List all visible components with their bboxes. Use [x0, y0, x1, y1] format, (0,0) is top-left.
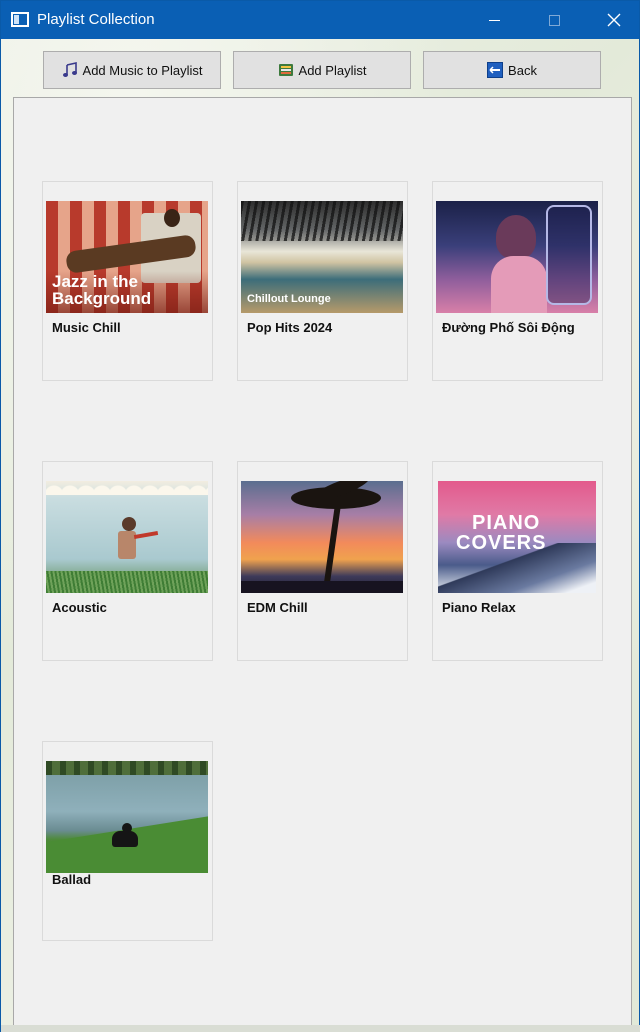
playlist-add-icon — [278, 62, 294, 78]
playlist-grid-panel: Jazz in the Background Music Chill Chill… — [13, 97, 632, 1032]
close-button[interactable] — [591, 1, 637, 39]
add-playlist-button[interactable]: Add Playlist — [233, 51, 411, 89]
playlist-card[interactable]: Chillout Lounge Pop Hits 2024 — [237, 181, 408, 381]
playlist-card[interactable]: PIANO COVERS Piano Relax — [432, 461, 603, 661]
playlist-cover-image — [46, 761, 208, 873]
playlist-card[interactable]: Jazz in the Background Music Chill — [42, 181, 213, 381]
playlist-card[interactable]: Ballad — [42, 741, 213, 941]
cover-text-line-1: Chillout Lounge — [247, 293, 331, 305]
back-button[interactable]: Back — [423, 51, 601, 89]
add-playlist-label: Add Playlist — [298, 62, 367, 78]
cover-text-line-2: COVERS — [456, 532, 547, 554]
playlist-name: Acoustic — [52, 600, 107, 615]
playlist-name: Music Chill — [52, 320, 121, 335]
playlist-name: Ballad — [52, 872, 92, 887]
window-title: Playlist Collection — [37, 11, 155, 28]
add-music-to-playlist-button[interactable]: Add Music to Playlist — [43, 51, 221, 89]
playlist-cover-image: PIANO COVERS — [438, 481, 596, 593]
minimize-icon — [488, 19, 500, 21]
playlist-cover-image: Chillout Lounge — [241, 201, 403, 313]
back-label: Back — [508, 62, 537, 78]
cover-text-line-2: Background — [52, 289, 152, 308]
playlist-card[interactable]: Acoustic — [42, 461, 213, 661]
playlist-name: Đường Phố Sôi Động — [442, 320, 575, 335]
cover-text-line-1: Jazz in the — [52, 272, 138, 291]
add-music-label: Add Music to Playlist — [82, 62, 203, 78]
close-icon — [607, 13, 621, 27]
playlist-name: Piano Relax — [442, 600, 516, 615]
playlist-card[interactable]: EDM Chill — [237, 461, 408, 661]
app-window-icon — [11, 12, 29, 27]
playlist-cover-image — [436, 201, 598, 313]
back-arrow-icon — [487, 62, 504, 78]
playlist-card[interactable]: Đường Phố Sôi Động — [432, 181, 603, 381]
app-window: Playlist Collection Add Music to Playlis… — [0, 0, 640, 1032]
cover-text-line-1: PIANO — [472, 512, 541, 534]
playlist-name: EDM Chill — [247, 600, 308, 615]
music-note-icon — [62, 62, 78, 78]
minimize-button[interactable] — [471, 1, 517, 39]
playlist-name: Pop Hits 2024 — [247, 320, 333, 335]
playlist-cover-image: Jazz in the Background — [46, 201, 208, 313]
maximize-button[interactable] — [531, 1, 577, 39]
playlist-cover-image — [241, 481, 403, 593]
maximize-icon — [548, 14, 560, 26]
window-bottom-edge — [1, 1025, 640, 1032]
playlist-cover-image — [46, 481, 208, 593]
title-bar[interactable]: Playlist Collection — [1, 1, 639, 39]
